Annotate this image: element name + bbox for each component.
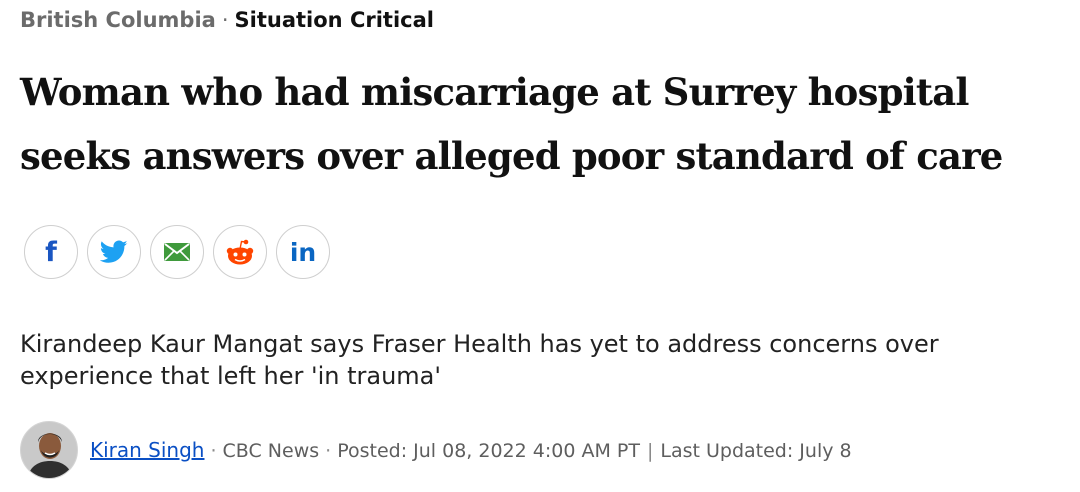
byline-dot: · [210, 440, 217, 462]
byline-updated: Last Updated: July 8 [660, 440, 852, 462]
linkedin-icon: in [289, 237, 317, 267]
share-linkedin-button[interactable]: in [276, 225, 330, 279]
share-twitter-button[interactable] [87, 225, 141, 279]
breadcrumb-topic-link[interactable]: Situation Critical [235, 8, 434, 32]
email-icon [163, 242, 191, 262]
author-avatar[interactable] [20, 421, 78, 479]
share-reddit-button[interactable] [213, 225, 267, 279]
byline-dot: · [325, 440, 332, 462]
facebook-icon: f [45, 236, 57, 268]
byline-text: Kiran Singh · CBC News · Posted: Jul 08,… [90, 438, 852, 462]
byline-pipe: | [646, 440, 654, 462]
breadcrumb-separator: · [221, 8, 229, 32]
article-headline: Woman who had miscarriage at Surrey hosp… [20, 70, 1003, 178]
author-link[interactable]: Kiran Singh [90, 438, 204, 462]
share-email-button[interactable] [150, 225, 204, 279]
byline-outlet: CBC News [222, 440, 320, 462]
share-facebook-button[interactable]: f [24, 225, 78, 279]
twitter-icon [100, 240, 128, 264]
byline: Kiran Singh · CBC News · Posted: Jul 08,… [20, 420, 852, 480]
breadcrumb-section-link[interactable]: British Columbia [20, 8, 216, 32]
breadcrumb: British Columbia · Situation Critical [20, 6, 434, 34]
article-deck: Kirandeep Kaur Mangat says Fraser Health… [20, 330, 939, 390]
byline-posted: Posted: Jul 08, 2022 4:00 AM PT [337, 440, 640, 462]
reddit-icon [225, 238, 255, 266]
share-toolbar: f in [24, 225, 330, 279]
